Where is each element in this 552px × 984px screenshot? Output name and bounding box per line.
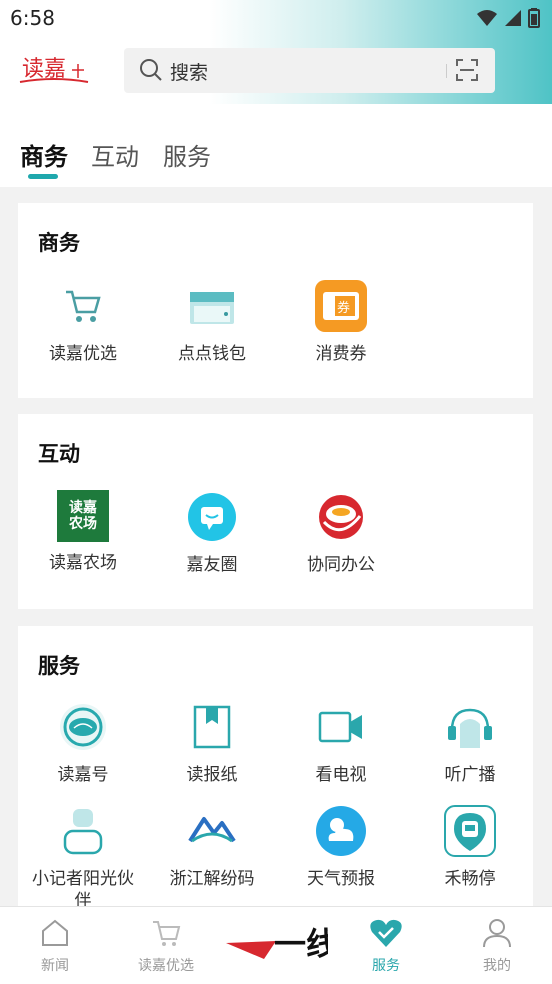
top-bar: 6:58 读嘉 搜索 xyxy=(0,0,552,104)
item-radio[interactable]: 听广播 xyxy=(415,700,525,786)
item-mediation-code[interactable]: 浙江解纷码 xyxy=(157,804,267,890)
tab-bar: 商务 互动 服务 xyxy=(0,104,552,187)
section-title: 互动 xyxy=(38,442,80,466)
section-title: 商务 xyxy=(38,231,80,255)
item-label: 看电视 xyxy=(315,765,367,785)
nav-dujia-select[interactable]: 读嘉优选 xyxy=(126,917,206,975)
search-divider xyxy=(446,64,447,78)
item-office[interactable]: 协同办公 xyxy=(286,490,396,576)
item-label: 嘉友圈 xyxy=(186,555,238,575)
item-weather[interactable]: 天气预报 xyxy=(286,804,396,890)
farm-icon: 读嘉农场 xyxy=(57,490,109,542)
newspaper-bookmark-icon xyxy=(185,700,239,754)
status-icons xyxy=(476,8,540,28)
headphones-icon xyxy=(443,700,497,754)
dujia-logo-icon: 读嘉 xyxy=(19,57,89,83)
parking-icon xyxy=(443,804,497,858)
heart-check-icon xyxy=(370,919,402,947)
section-title: 服务 xyxy=(38,654,80,678)
item-label: 读嘉号 xyxy=(57,765,109,785)
item-farm[interactable]: 读嘉农场 读嘉农场 xyxy=(28,490,138,574)
item-label: 天气预报 xyxy=(307,869,375,889)
item-wallet[interactable]: 点点钱包 xyxy=(157,279,267,365)
scan-icon[interactable] xyxy=(455,58,479,82)
shopping-cart-icon xyxy=(56,279,110,333)
nav-label: 我的 xyxy=(483,958,511,974)
signal-icon xyxy=(505,10,521,26)
interaction-card: 互动 读嘉农场 读嘉农场 嘉友圈 协同办公 xyxy=(18,414,533,609)
battery-icon xyxy=(528,8,540,28)
mediation-code-icon xyxy=(185,804,239,858)
item-label: 读嘉农场 xyxy=(49,553,117,573)
nav-yixian[interactable]: 一线 xyxy=(224,921,338,969)
farm-icon-text: 读嘉农场 xyxy=(69,500,97,532)
item-coupon[interactable]: 券 消费券 xyxy=(286,279,396,365)
app-logo[interactable]: 读嘉 xyxy=(18,52,90,88)
tab-commerce[interactable]: 商务 xyxy=(20,137,68,172)
item-parking[interactable]: 禾畅停 xyxy=(415,804,525,890)
video-camera-icon xyxy=(314,700,368,754)
svg-text:券: 券 xyxy=(337,300,350,316)
item-tv[interactable]: 看电视 xyxy=(286,700,396,786)
tab-interaction[interactable]: 互动 xyxy=(91,137,139,172)
nav-label: 新闻 xyxy=(41,958,69,974)
services-card: 服务 读嘉号 读报纸 看电视 听广播 小记者阳光伙伴 浙江解纷码 天气预报 禾畅… xyxy=(18,626,533,916)
item-label: 点点钱包 xyxy=(178,344,246,364)
user-icon xyxy=(483,919,511,948)
nav-label: 服务 xyxy=(372,958,400,974)
item-label: 听广播 xyxy=(444,765,496,785)
wifi-icon xyxy=(477,10,497,26)
person-badge-icon xyxy=(56,804,110,858)
item-label: 读嘉优选 xyxy=(49,344,117,364)
nav-label: 读嘉优选 xyxy=(138,958,194,974)
nav-news[interactable]: 新闻 xyxy=(15,917,95,975)
bottom-nav: 新闻 读嘉优选 一线 服务 我的 xyxy=(0,906,552,984)
item-dujia-account[interactable]: 读嘉号 xyxy=(28,700,138,786)
search-icon xyxy=(140,59,162,81)
nav-mine[interactable]: 我的 xyxy=(457,917,537,975)
status-time: 6:58 xyxy=(10,6,55,30)
item-label: 浙江解纷码 xyxy=(169,869,255,889)
home-icon xyxy=(42,919,68,946)
item-young-reporter[interactable]: 小记者阳光伙伴 xyxy=(28,804,138,912)
search-placeholder: 搜索 xyxy=(170,62,209,84)
item-label: 协同办公 xyxy=(307,555,375,575)
coupon-icon: 券 xyxy=(314,279,368,333)
office-logo-icon xyxy=(314,490,368,544)
item-label: 禾畅停 xyxy=(444,869,496,889)
item-label: 读报纸 xyxy=(186,765,238,785)
cart-icon xyxy=(153,921,181,946)
chat-bubble-icon xyxy=(185,490,239,544)
weather-icon xyxy=(314,804,368,858)
search-input[interactable]: 搜索 xyxy=(124,48,495,93)
dujia-seal-icon xyxy=(56,700,110,754)
tab-services[interactable]: 服务 xyxy=(163,137,211,172)
yixian-logo-icon: 一线 xyxy=(226,925,338,963)
nav-services[interactable]: 服务 xyxy=(346,917,426,975)
wallet-icon xyxy=(185,279,239,333)
item-label: 消费券 xyxy=(315,344,367,364)
item-newspaper[interactable]: 读报纸 xyxy=(157,700,267,786)
item-dujia-select[interactable]: 读嘉优选 xyxy=(28,279,138,365)
commerce-card: 商务 读嘉优选 点点钱包 券 消费券 xyxy=(18,203,533,398)
yixian-logo-text: 一线 xyxy=(274,925,328,963)
tab-indicator xyxy=(28,174,58,179)
item-friends-circle[interactable]: 嘉友圈 xyxy=(157,490,267,576)
